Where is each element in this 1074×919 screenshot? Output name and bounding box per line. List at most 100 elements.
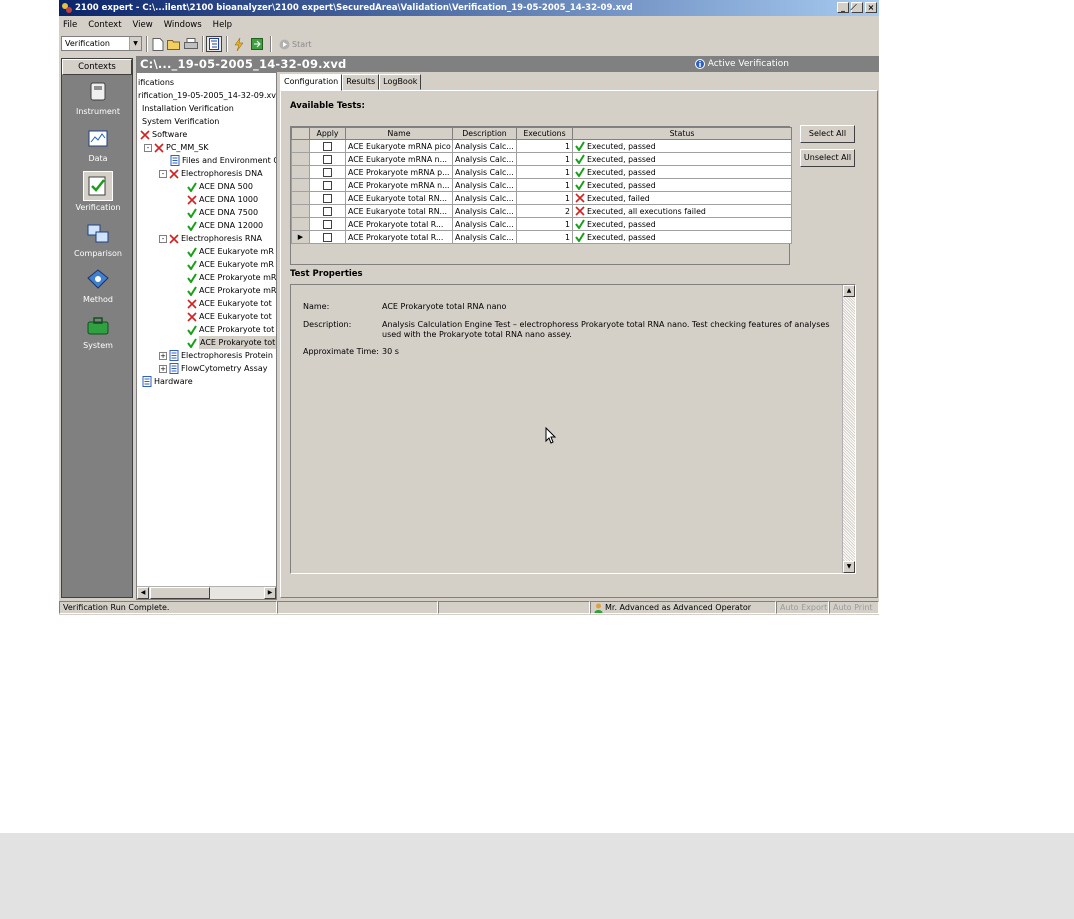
table-row[interactable]: ACE Prokaryote mRNA n... Analysis Calc..… [291,178,792,192]
tree-item[interactable]: + Electrophoresis Protein [159,349,273,362]
tree-item[interactable]: ACE Prokaryote tot [187,323,274,336]
contexts-header[interactable]: Contexts [62,59,132,75]
apply-checkbox-cell[interactable] [309,217,346,231]
tree-item[interactable]: ACE Prokaryote mR [187,271,276,284]
title-bar[interactable]: 2100 expert - C:\...ilent\2100 bioanalyz… [59,0,879,16]
tree-item[interactable]: ACE DNA 12000 [187,219,263,232]
tree-item[interactable]: Software [140,128,187,141]
lightning-icon[interactable] [231,36,247,52]
apply-checkbox[interactable] [323,180,332,190]
apply-checkbox-cell[interactable] [309,191,346,205]
menu-windows[interactable]: Windows [164,20,202,30]
collapse-icon[interactable]: - [159,234,167,243]
tree-item[interactable]: ACE DNA 7500 [187,206,258,219]
collapse-icon[interactable]: - [159,169,167,178]
apply-checkbox[interactable] [323,167,332,177]
print-icon[interactable] [183,36,199,52]
apply-checkbox-cell[interactable] [309,178,346,192]
auto-print-indicator[interactable]: Auto Print [829,601,879,614]
tree-item[interactable]: ACE DNA 1000 [187,193,258,206]
apply-checkbox[interactable] [323,193,332,203]
unselect-all-button[interactable]: Unselect All [800,149,855,167]
column-name[interactable]: Name [345,127,453,140]
menu-view[interactable]: View [133,20,153,30]
minimize-button[interactable]: _ [837,2,849,13]
tree-item[interactable]: ACE Eukaryote tot [187,310,272,323]
test-name: ACE Eukaryote mRNA pico [345,139,453,153]
tree-item[interactable]: ACE Eukaryote mR [187,258,274,271]
table-row[interactable]: ACE Prokaryote total R... Analysis Calc.… [291,217,792,231]
tab-configuration[interactable]: Configuration [280,74,343,91]
table-row-current[interactable]: ▶ ACE Prokaryote total R... Analysis Cal… [291,230,792,244]
table-row[interactable]: ACE Eukaryote mRNA pico Analysis Calc...… [291,139,792,153]
expand-icon[interactable]: + [159,351,167,360]
tree-horizontal-scrollbar[interactable]: ◀ ▶ [137,586,276,599]
new-file-icon[interactable] [150,36,166,52]
tree-item[interactable]: - Electrophoresis RNA [159,232,262,245]
tree-item[interactable]: System Verification [142,115,219,128]
apply-checkbox-cell[interactable] [309,139,346,153]
context-select[interactable]: Verification ▼ [61,36,142,51]
tree-item[interactable]: ACE Eukaryote mR [187,245,274,258]
expand-icon[interactable]: + [159,364,167,373]
tree-item[interactable]: ifications [138,76,174,89]
table-row[interactable]: ACE Prokaryote mRNA p... Analysis Calc..… [291,165,792,179]
close-button[interactable]: × [865,2,877,13]
tree-view-icon[interactable] [206,36,222,52]
select-all-button[interactable]: Select All [800,125,855,143]
refresh-icon[interactable] [249,36,265,52]
column-executions[interactable]: Executions [516,127,573,140]
apply-checkbox-cell[interactable] [309,152,346,166]
tree-item-selected[interactable]: ACE Prokaryote tot [187,336,276,349]
tree-item[interactable]: Hardware [142,375,193,388]
menu-help[interactable]: Help [213,20,232,30]
context-verification[interactable]: Verification [62,171,134,212]
context-comparison[interactable]: Comparison [62,221,134,258]
tab-logbook[interactable]: LogBook [379,74,422,90]
tree-item[interactable]: rification_19-05-2005_14-32-09.xvd [138,89,276,102]
apply-checkbox[interactable] [323,206,332,216]
tree-item[interactable]: ACE Eukaryote tot [187,297,272,310]
collapse-icon[interactable]: - [144,143,152,152]
apply-checkbox-cell[interactable] [309,165,346,179]
tab-results[interactable]: Results [342,74,380,90]
scroll-down-icon[interactable]: ▼ [843,561,855,573]
column-apply[interactable]: Apply [309,127,346,140]
tree-item[interactable]: Installation Verification [142,102,234,115]
menu-context[interactable]: Context [88,20,121,30]
scroll-right-icon[interactable]: ▶ [264,587,276,599]
tab-strip: Configuration Results LogBook [280,74,422,91]
context-data[interactable]: Data [62,126,134,163]
tree-item[interactable]: Files and Environment C [170,154,276,167]
apply-checkbox[interactable] [323,154,332,164]
tree-item[interactable]: ACE DNA 500 [187,180,253,193]
apply-checkbox[interactable] [323,219,332,229]
column-status[interactable]: Status [572,127,792,140]
scroll-up-icon[interactable]: ▲ [843,285,855,297]
column-description[interactable]: Description [452,127,517,140]
open-folder-icon[interactable] [166,36,182,52]
row-header-corner [291,127,310,140]
tree-item[interactable]: ACE Prokaryote mR [187,284,276,297]
apply-checkbox-cell[interactable] [309,230,346,244]
properties-vertical-scrollbar[interactable]: ▲ ▼ [842,285,855,573]
apply-checkbox[interactable] [323,141,332,151]
chevron-down-icon[interactable]: ▼ [129,37,141,50]
maximize-button[interactable]: ̸ [851,2,863,13]
tree-item[interactable]: + FlowCytometry Assay [159,362,267,375]
context-method[interactable]: Method [62,267,134,304]
table-row[interactable]: ACE Eukaryote total RN... Analysis Calc.… [291,204,792,218]
tree-item[interactable]: - Electrophoresis DNA [159,167,263,180]
start-button[interactable]: Start [279,36,312,52]
context-instrument[interactable]: Instrument [62,79,134,116]
tree-item[interactable]: - PC_MM_SK [144,141,209,154]
table-row[interactable]: ACE Eukaryote total RN... Analysis Calc.… [291,191,792,205]
scroll-thumb[interactable] [150,587,210,599]
table-row[interactable]: ACE Eukaryote mRNA n... Analysis Calc...… [291,152,792,166]
menu-file[interactable]: File [63,20,77,30]
apply-checkbox[interactable] [323,232,332,242]
context-system[interactable]: System [62,313,134,350]
auto-export-indicator[interactable]: Auto Export [776,601,829,614]
scroll-left-icon[interactable]: ◀ [137,587,149,599]
apply-checkbox-cell[interactable] [309,204,346,218]
